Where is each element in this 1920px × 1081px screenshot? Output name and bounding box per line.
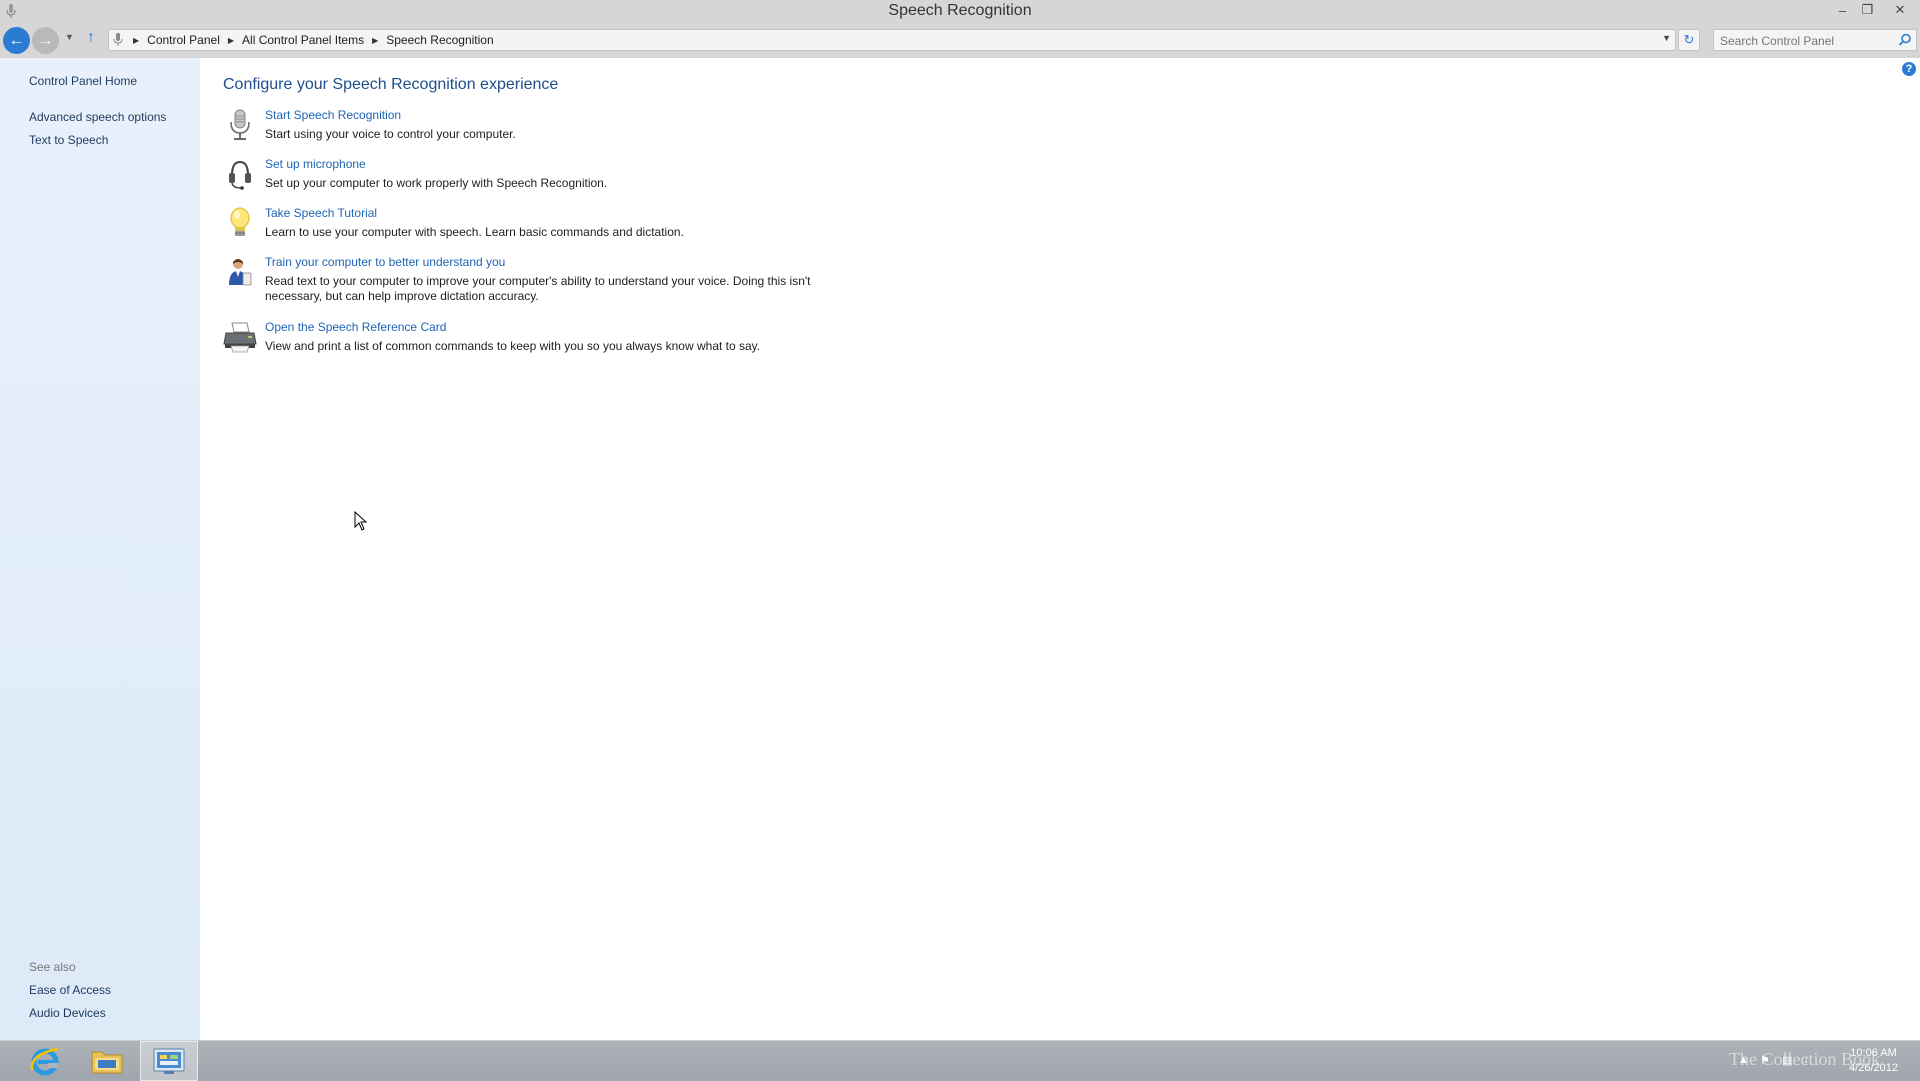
user-train-icon	[229, 259, 252, 286]
volume-icon[interactable]: ♩	[1804, 1054, 1818, 1068]
page-title: Configure your Speech Recognition experi…	[223, 76, 559, 93]
arrow-up-icon: ↑	[87, 29, 95, 46]
refresh-button[interactable]: ↻	[1678, 29, 1700, 51]
set-up-microphone-link[interactable]: Set up microphone	[265, 157, 366, 171]
task-description: View and print a list of common commands…	[265, 339, 761, 353]
task-open-speech-reference-card: Open the Speech Reference Card View and …	[223, 320, 863, 360]
show-hidden-icons-icon[interactable]: ▲	[1738, 1054, 1752, 1068]
microphone-location-icon	[113, 33, 125, 47]
breadcrumb-separator[interactable]: ▶	[372, 36, 378, 45]
clock[interactable]: 10:06 AM 4/26/2012	[1849, 1046, 1898, 1076]
address-bar[interactable]: ▶ Control Panel ▶ All Control Panel Item…	[108, 29, 1676, 51]
sidebar-item-advanced-speech-options[interactable]: Advanced speech options	[29, 110, 166, 124]
task-start-speech-recognition: Start Speech Recognition Start using you…	[223, 108, 863, 148]
mouse-cursor-icon	[354, 511, 368, 531]
taskbar: The Collection Book ▲ ⚑ ▤ ♩ 10:06 AM 4/2…	[0, 1040, 1920, 1081]
search-icon[interactable]	[1898, 33, 1912, 47]
task-set-up-microphone: Set up microphone Set up your computer t…	[223, 157, 863, 197]
address-dropdown-icon[interactable]: ▼	[1662, 33, 1671, 43]
breadcrumb-speech-recognition[interactable]: Speech Recognition	[386, 33, 493, 47]
sidebar-item-audio-devices[interactable]: Audio Devices	[29, 1006, 106, 1020]
microphone-icon	[230, 109, 250, 140]
arrow-right-icon: →	[37, 31, 54, 49]
arrow-left-icon: ←	[8, 31, 25, 49]
taskbar-file-explorer[interactable]	[78, 1041, 136, 1081]
forward-button[interactable]: →	[32, 27, 59, 54]
system-tray: The Collection Book ▲ ⚑ ▤ ♩ 10:06 AM 4/2…	[1660, 1041, 1920, 1081]
title-bar: Speech Recognition – ❐ ✕	[0, 0, 1920, 24]
printer-icon	[223, 322, 257, 353]
window-title: Speech Recognition	[888, 2, 1032, 19]
close-button[interactable]: ✕	[1880, 0, 1920, 20]
control-panel-icon	[153, 1048, 185, 1074]
breadcrumb-separator[interactable]: ▶	[133, 36, 139, 45]
minimize-button[interactable]: –	[1830, 0, 1855, 20]
navigation-bar: ← → ▼ ↑ ▶ Control Panel ▶ All Control Pa…	[0, 24, 1920, 58]
main-content: ? Configure your Speech Recognition expe…	[200, 58, 1920, 1040]
network-icon[interactable]: ▤	[1782, 1054, 1796, 1068]
lightbulb-icon	[230, 207, 250, 236]
headset-icon	[229, 160, 251, 190]
task-description: Start using your voice to control your c…	[265, 127, 516, 141]
folder-icon	[91, 1051, 123, 1074]
recent-locations-dropdown[interactable]: ▼	[65, 32, 74, 42]
take-speech-tutorial-link[interactable]: Take Speech Tutorial	[265, 206, 377, 220]
search-box[interactable]	[1713, 29, 1917, 51]
internet-explorer-icon	[30, 1047, 59, 1076]
breadcrumb-all-items[interactable]: All Control Panel Items	[242, 33, 364, 47]
sidebar-item-text-to-speech[interactable]: Text to Speech	[29, 133, 108, 147]
open-speech-reference-card-link[interactable]: Open the Speech Reference Card	[265, 320, 446, 334]
up-button[interactable]: ↑	[87, 29, 95, 47]
breadcrumb-control-panel[interactable]: Control Panel	[147, 33, 220, 47]
task-description: Read text to your computer to improve yo…	[265, 274, 811, 303]
action-center-flag-icon[interactable]: ⚑	[1760, 1054, 1774, 1068]
sidebar-item-ease-of-access[interactable]: Ease of Access	[29, 983, 111, 997]
train-computer-link[interactable]: Train your computer to better understand…	[265, 255, 505, 269]
task-description: Learn to use your computer with speech. …	[265, 225, 684, 239]
sidebar: Control Panel Home Advanced speech optio…	[0, 58, 200, 1040]
task-description: Set up your computer to work properly wi…	[265, 176, 608, 190]
sidebar-item-control-panel-home[interactable]: Control Panel Home	[29, 74, 137, 88]
clock-time: 10:06 AM	[1850, 1047, 1897, 1059]
task-train-computer: Train your computer to better understand…	[223, 255, 863, 307]
taskbar-control-panel[interactable]	[140, 1041, 198, 1081]
taskbar-internet-explorer[interactable]	[16, 1041, 74, 1081]
breadcrumb-separator[interactable]: ▶	[228, 36, 234, 45]
task-take-speech-tutorial: Take Speech Tutorial Learn to use your c…	[223, 206, 863, 246]
back-button[interactable]: ←	[3, 27, 30, 54]
clock-date: 4/26/2012	[1849, 1062, 1898, 1074]
restore-button[interactable]: ❐	[1855, 0, 1880, 20]
help-icon[interactable]: ?	[1902, 62, 1916, 76]
start-speech-recognition-link[interactable]: Start Speech Recognition	[265, 108, 401, 122]
refresh-icon: ↻	[1683, 32, 1695, 47]
search-input[interactable]	[1718, 32, 1892, 50]
see-also-label: See also	[29, 960, 76, 974]
